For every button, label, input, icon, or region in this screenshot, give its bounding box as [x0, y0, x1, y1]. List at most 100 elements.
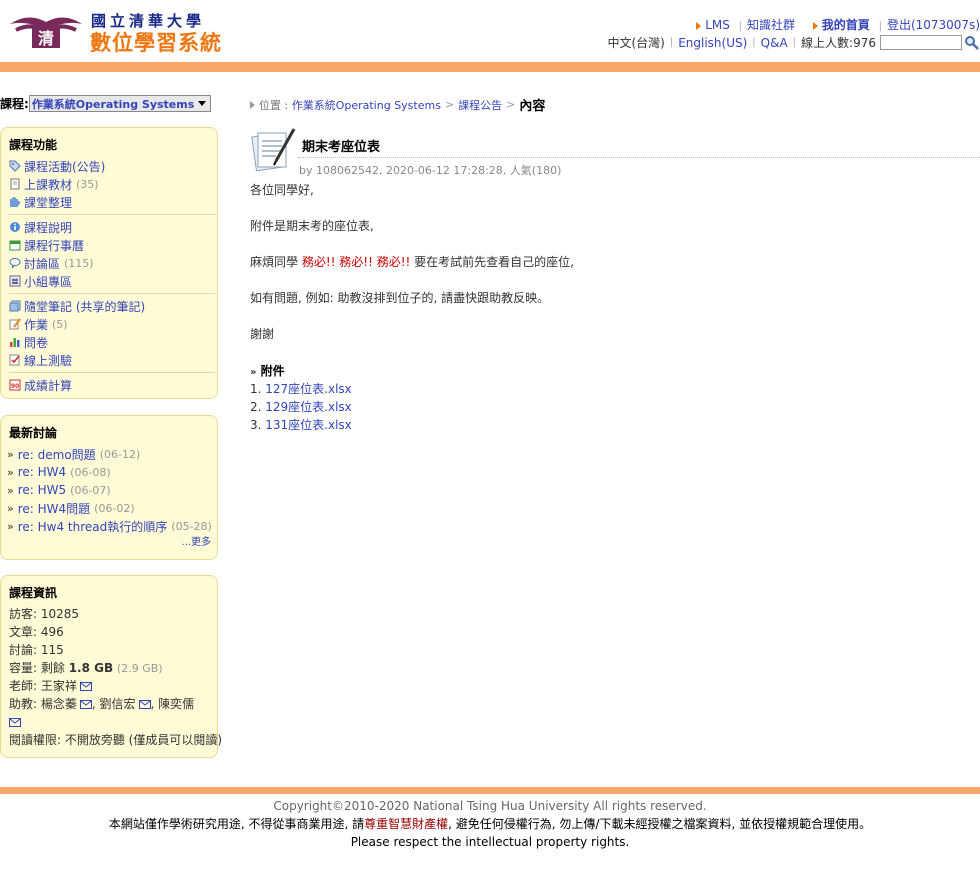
function-link[interactable]: 線上測驗 — [24, 352, 72, 369]
divider: | — [792, 37, 797, 48]
info-icon — [9, 221, 21, 233]
course-select[interactable]: 作業系統Operating Systems — [28, 95, 211, 112]
course-label: 課程: — [0, 97, 29, 111]
ta-name: 劉信宏 — [99, 697, 136, 711]
discussion-date: (06-08) — [70, 465, 111, 479]
footer: Copyright©2010-2020 National Tsing Hua U… — [0, 797, 980, 851]
lms-link[interactable]: LMS — [705, 18, 730, 32]
double-arrow-icon: » — [7, 519, 14, 533]
discussion-item[interactable]: » re: HW4 (06-08) — [1, 463, 217, 481]
attachment-number: 3. — [250, 418, 266, 432]
divider: | — [669, 37, 674, 48]
notes-icon — [9, 300, 21, 312]
bar-chart-icon — [9, 336, 21, 348]
ip-respect-link[interactable]: 尊重智慧財產權 — [364, 817, 448, 831]
usage-notice: 本網站僅作學術研究用途, 不得從事商業用途, 請尊重智慧財產權, 避免任何侵權行… — [108, 817, 872, 831]
attachment-link[interactable]: 129座位表.xlsx — [265, 400, 352, 414]
function-item[interactable]: 課程說明 — [1, 218, 217, 236]
ip-notice-english: Please respect the intellectual property… — [350, 835, 630, 849]
breadcrumb-course-link[interactable]: 作業系統Operating Systems — [292, 97, 441, 113]
course-info-panel: 課程資訊 訪客: 10285 文章: 496 討論: 115 容量: 剩餘 1.… — [0, 575, 222, 758]
discussion-item[interactable]: » re: HW5 (06-07) — [1, 481, 217, 499]
function-link[interactable]: 上課教材 — [24, 176, 72, 193]
mail-icon[interactable] — [138, 700, 151, 709]
post-body: 各位同學好, 附件是期末考的座位表, 麻煩同學 務必!! 務必!! 務必!! 要… — [250, 182, 574, 362]
function-item[interactable]: 課堂整理 — [1, 193, 217, 211]
latest-discussions-panel: 最新討論 » re: demo問題 (06-12) » re: HW4 (06-08) » r… — [0, 415, 218, 560]
function-item[interactable]: 作業 (5) — [1, 315, 217, 333]
function-item[interactable]: 線上測驗 — [1, 351, 217, 369]
function-link[interactable]: 問卷 — [24, 334, 48, 351]
online-users-count: 線上人數:976 — [801, 36, 876, 50]
discussion-link[interactable]: re: HW4 — [18, 465, 66, 479]
function-item[interactable]: 小組專區 — [1, 272, 217, 290]
divider — [9, 293, 215, 294]
function-link[interactable]: 討論區 — [24, 255, 60, 272]
breadcrumb-section-link[interactable]: 課程公告 — [458, 97, 502, 113]
discussion-date: (06-02) — [94, 501, 135, 515]
qa-link[interactable]: Q&A — [761, 36, 788, 50]
nthu-logo[interactable]: 清 國立清華大學 數位學習系統 — [8, 10, 258, 55]
ta-name: 陳奕儒 — [158, 697, 195, 711]
function-link[interactable]: 課程行事曆 — [24, 237, 84, 254]
discussions-count: 討論: 115 — [9, 643, 64, 657]
discussion-link[interactable]: re: HW4問題 — [18, 500, 90, 517]
function-item[interactable]: 上課教材 (35) — [1, 175, 217, 193]
post-paragraph: 如有問題, 例如: 助教沒排到位子的, 請盡快跟助教反映。 — [250, 291, 550, 305]
discussion-link[interactable]: re: Hw4 thread執行的順序 — [18, 518, 168, 535]
ta-name: 助教: 楊念蓁 — [9, 697, 77, 711]
arrow-right-icon — [812, 22, 818, 30]
breadcrumb: 位置 : 作業系統Operating Systems > 課程公告 > 內容 — [250, 95, 545, 114]
search-icon[interactable] — [964, 35, 980, 51]
lang-zh-label: 中文(台灣) — [607, 36, 665, 50]
discussion-link[interactable]: re: HW5 — [18, 483, 66, 497]
function-item[interactable]: 90 成績計算 — [1, 376, 217, 394]
function-item[interactable]: 課程行事曆 — [1, 236, 217, 254]
post-text: 麻煩同學 — [250, 255, 299, 269]
post-text: 要在考試前先查看自己的座位, — [414, 255, 574, 269]
discussion-item[interactable]: » re: HW4問題 (06-02) — [1, 499, 217, 517]
search-input[interactable] — [880, 35, 962, 50]
panel-title: 課程資訊 — [9, 586, 58, 600]
copyright: Copyright©2010-2020 National Tsing Hua U… — [273, 799, 707, 813]
breadcrumb-current: 內容 — [519, 99, 546, 114]
checklist-icon — [9, 354, 21, 366]
lang-en-link[interactable]: English(US) — [678, 36, 747, 50]
attachment-number: 1. — [250, 382, 266, 396]
articles-count: 文章: 496 — [9, 625, 64, 639]
header: 清 國立清華大學 數位學習系統 LMS | 知識社群 我的首頁 | 登出(10730… — [0, 0, 980, 62]
function-link[interactable]: 作業 — [24, 316, 48, 333]
more-discussions-link[interactable]: ...更多 — [181, 537, 211, 548]
post-paragraph: 謝謝 — [250, 327, 275, 341]
mail-icon[interactable] — [9, 718, 21, 727]
function-item[interactable]: 隨堂筆記 (共享的筆記) — [1, 297, 217, 315]
mail-icon[interactable] — [79, 700, 92, 709]
attachment-link[interactable]: 127座位表.xlsx — [265, 382, 352, 396]
item-count: (115) — [64, 256, 94, 270]
speech-bubble-icon — [9, 257, 21, 269]
function-item[interactable]: 討論區 (115) — [1, 254, 217, 272]
community-link[interactable]: 知識社群 — [747, 18, 795, 32]
discussion-list: » re: demo問題 (06-12) » re: HW4 (06-08) » re: HW… — [1, 445, 217, 535]
divider — [9, 214, 215, 215]
function-link[interactable]: 課程活動(公告) — [24, 158, 105, 175]
puzzle-icon — [9, 196, 21, 208]
mail-icon[interactable] — [79, 682, 92, 691]
function-link[interactable]: 課程說明 — [24, 219, 72, 236]
function-link[interactable]: 成績計算 — [24, 377, 72, 394]
function-item[interactable]: 課程活動(公告) — [1, 157, 217, 175]
discussion-date: (06-07) — [70, 483, 111, 497]
my-home-link[interactable]: 我的首頁 — [822, 18, 870, 32]
footer-divider-bar — [0, 787, 980, 794]
function-item[interactable]: 問卷 — [1, 333, 217, 351]
function-link[interactable]: 隨堂筆記 (共享的筆記) — [24, 298, 145, 315]
discussion-link[interactable]: re: demo問題 — [18, 446, 96, 463]
attachment-link[interactable]: 131座位表.xlsx — [265, 418, 352, 432]
discussion-item[interactable]: » re: demo問題 (06-12) — [1, 445, 217, 463]
logout-link[interactable]: 登出(1073007s) — [887, 18, 980, 32]
function-link[interactable]: 小組專區 — [24, 273, 72, 290]
attachments-title: » 附件 — [250, 364, 285, 378]
group-icon — [9, 275, 21, 287]
attachment-item: 2. 129座位表.xlsx — [250, 398, 352, 416]
function-link[interactable]: 課堂整理 — [24, 194, 72, 211]
